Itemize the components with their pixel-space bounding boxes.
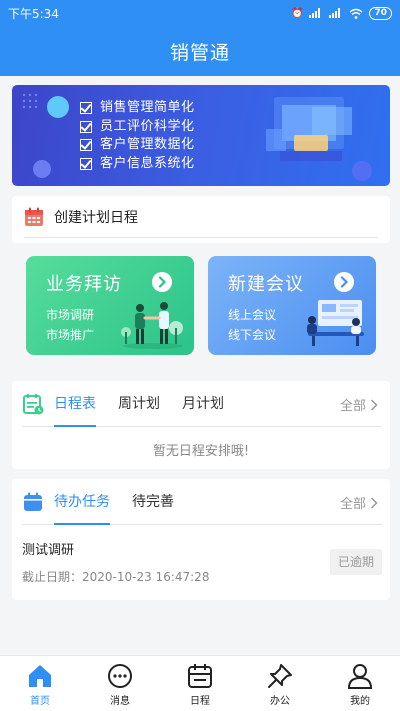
signal-icon [329,8,341,18]
banner-item: 客户信息系统化 [80,155,195,174]
banner-item: 销售管理简单化 [80,99,195,118]
task-title: 测试调研 [22,543,75,558]
tile-subtitle: 线上会议 [228,308,277,322]
tile-title: 业务拜访 [46,274,122,295]
tab-monthly-plan[interactable]: 月计划 [182,381,224,427]
chevron-right-icon [370,496,378,509]
calendar-icon [25,207,43,226]
chevron-right-icon [370,398,378,411]
status-time: 下午5:34 [8,6,59,21]
promo-banner[interactable]: 销售管理简单化 员工评价科学化 客户管理数据化 客户信息系统化 [12,85,390,186]
tile-subtitle: 市场调研 [46,308,95,322]
schedule-view-all-link[interactable]: 全部 [340,395,378,414]
nav-label: 首页 [30,696,50,707]
pin-icon [268,664,292,688]
task-tabs: 待办任务 待完善 全部 [22,479,382,525]
tile-subtitle: 市场推广 [46,328,95,342]
nav-home[interactable]: 首页 [0,656,80,711]
bottom-tab-bar: 首页 消息 日程 办公 我的 [0,655,400,711]
status-icons: ⏰ 70 [291,6,392,20]
view-all-label: 全部 [339,399,366,414]
alarm-icon: ⏰ [291,7,304,19]
arrow-right-icon [152,272,172,292]
task-due-date: 截止日期：2020-10-23 16:47:28 [22,570,210,584]
banner-decoration [22,93,372,181]
handshake-illustration [121,302,183,349]
tile-title: 新建会议 [228,274,304,295]
message-icon [108,664,132,688]
tile-subtitle: 线下会议 [228,328,277,342]
schedule-tabs: 日程表 周计划 月计划 全部 [22,381,382,427]
nav-label: 日程 [190,696,210,707]
calendar-icon [188,664,212,688]
nav-label: 消息 [110,696,130,707]
tab-schedule[interactable]: 日程表 [54,381,96,427]
banner-feature-list: 销售管理简单化 员工评价科学化 客户管理数据化 客户信息系统化 [80,99,195,173]
create-schedule-card: 创建计划日程 [12,196,390,243]
tab-weekly-plan[interactable]: 周计划 [118,381,160,427]
overdue-badge: 已逾期 [330,549,382,575]
nav-schedule[interactable]: 日程 [160,656,240,711]
status-bar: 下午5:34 ⏰ 70 [0,0,400,26]
signal-icon [309,8,321,18]
user-icon [347,664,373,689]
nav-label: 办公 [270,696,290,707]
app-bar: 销管通 [0,26,400,76]
nav-label: 我的 [350,696,370,707]
view-all-label: 全部 [339,497,366,512]
checkbox-icon [80,120,92,133]
page-title: 销管通 [169,41,230,64]
home-icon [29,665,51,687]
nav-profile[interactable]: 我的 [320,656,400,711]
nav-office[interactable]: 办公 [240,656,320,711]
checkbox-icon [80,157,92,170]
banner-item: 客户管理数据化 [80,136,195,155]
calendar-check-icon [24,492,42,511]
schedule-card: 日程表 周计划 月计划 全部 暂无日程安排哦! [12,381,390,469]
tab-to-complete[interactable]: 待完善 [132,479,174,525]
wifi-icon [349,8,363,19]
tasks-card: 待办任务 待完善 全部 测试调研 截止日期：2020-10-23 16:47:2… [12,479,390,600]
arrow-right-icon [334,272,354,292]
new-meeting-tile[interactable]: 新建会议 线上会议 线下会议 [208,256,376,355]
schedule-empty-message: 暂无日程安排哦! [152,444,250,459]
battery-indicator: 70 [369,6,392,20]
create-schedule-button[interactable]: 创建计划日程 [24,196,378,238]
checkbox-icon [80,139,92,152]
nav-messages[interactable]: 消息 [80,656,160,711]
create-schedule-label: 创建计划日程 [54,209,138,226]
checkbox-icon [80,102,92,115]
quick-action-tiles: 业务拜访 市场调研 市场推广 新建会议 线上会议 线下会议 [26,256,376,356]
meeting-illustration [307,300,364,346]
schedule-list-icon [23,393,44,414]
tab-pending-tasks[interactable]: 待办任务 [54,479,110,525]
tasks-view-all-link[interactable]: 全部 [340,493,378,512]
business-visit-tile[interactable]: 业务拜访 市场调研 市场推广 [26,256,194,355]
banner-item: 员工评价科学化 [80,118,195,137]
